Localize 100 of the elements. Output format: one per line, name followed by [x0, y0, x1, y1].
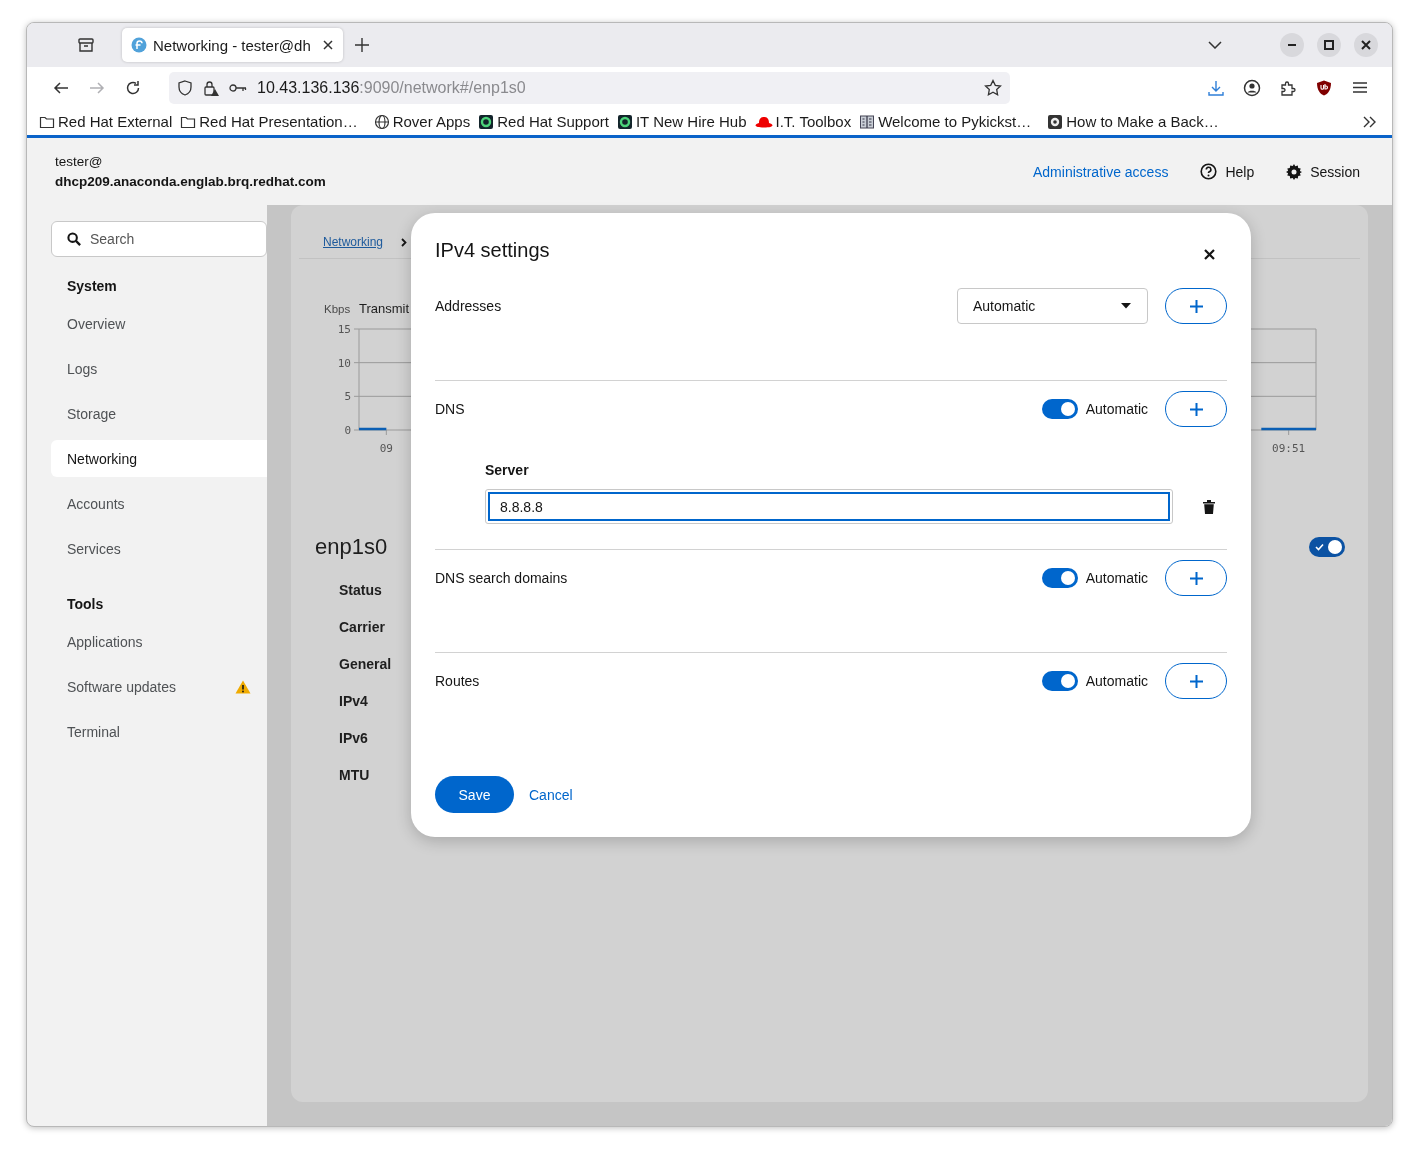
chart-unit: Kbps	[324, 303, 351, 315]
delete-button[interactable]	[1203, 499, 1215, 514]
interface-name: enp1s0	[315, 534, 388, 560]
bookmark-folder[interactable]: Red Hat Presentation…	[180, 113, 358, 130]
cancel-link[interactable]: Cancel	[529, 786, 573, 803]
administrative-access-link[interactable]: Administrative access	[1033, 163, 1169, 180]
toggle-label: Automatic	[1085, 570, 1148, 586]
search-field[interactable]: Search	[51, 221, 267, 257]
tray-icon	[77, 36, 95, 54]
bookmark[interactable]: IT New Hire Hub	[616, 113, 747, 130]
sidebar-item[interactable]: Storage	[51, 395, 267, 432]
close-icon[interactable]	[323, 40, 333, 50]
bookmark[interactable]: Rover Apps	[373, 113, 471, 130]
book-icon	[859, 113, 876, 130]
add-button[interactable]	[1165, 663, 1227, 699]
y-tick-label: 5	[344, 390, 351, 404]
field-label: Status	[339, 582, 383, 599]
add-button[interactable]	[1165, 391, 1227, 427]
lock-warning-icon	[203, 79, 219, 96]
shield-icon	[1316, 79, 1332, 96]
tab-list-button[interactable]	[77, 36, 95, 54]
chevron-right-icon	[401, 237, 408, 247]
field-label: IPv4	[339, 693, 369, 710]
session-menu[interactable]: Session	[1286, 163, 1360, 180]
warning-icon	[235, 679, 251, 694]
account-icon	[1243, 78, 1261, 97]
fedora-icon	[131, 37, 147, 53]
puzzle-icon	[1280, 79, 1296, 96]
chart-title: Transmit	[359, 301, 410, 316]
field-label: Server	[485, 462, 530, 478]
tab-overflow-button[interactable]	[1208, 41, 1222, 49]
toggle-switch[interactable]	[1041, 399, 1078, 419]
menu-icon	[1353, 82, 1367, 93]
close-window-button[interactable]	[1354, 33, 1378, 57]
reload-icon	[125, 79, 141, 96]
trash-icon	[1203, 499, 1215, 514]
bookmark[interactable]: How to Make a Back…	[1047, 113, 1219, 130]
toggle-switch[interactable]	[1041, 671, 1078, 691]
breadcrumb-link[interactable]: Networking	[323, 235, 384, 249]
back-arrow-icon	[53, 81, 69, 94]
plus-icon	[1189, 674, 1203, 688]
caret-down-icon	[1121, 303, 1131, 309]
search-icon	[67, 231, 82, 247]
address-bar[interactable]: 10.43.136.136:9090/network#/enp1s0	[169, 71, 1010, 104]
sidebar-item[interactable]: Logs	[51, 350, 267, 387]
minimize-icon	[1288, 44, 1296, 46]
interface-switch[interactable]	[1309, 537, 1345, 557]
section-label: Addresses	[435, 298, 502, 314]
toggle-switch[interactable]	[1041, 568, 1078, 588]
sidebar-item[interactable]: Software updates	[51, 668, 267, 705]
close-button[interactable]	[1204, 249, 1215, 260]
select-dropdown[interactable]: Automatic	[957, 288, 1148, 324]
y-tick-label: 10	[337, 356, 351, 370]
chevron-down-icon	[1208, 41, 1222, 49]
sidebar-item[interactable]: Accounts	[51, 485, 267, 522]
shield-icon	[177, 79, 193, 96]
sidebar-item[interactable]: Overview	[51, 305, 267, 342]
close-icon	[1361, 40, 1371, 50]
minimize-button[interactable]	[1280, 33, 1304, 57]
add-button[interactable]	[1165, 288, 1227, 324]
sidebar-item[interactable]: Networking	[51, 440, 267, 477]
bookmark[interactable]: Red Hat Support	[478, 113, 609, 130]
bookmark[interactable]: Welcome to Pykickst…	[859, 113, 1032, 130]
sidebar-item[interactable]: Terminal	[51, 713, 267, 750]
globe-icon	[373, 113, 390, 130]
help-menu[interactable]: Help	[1200, 163, 1255, 180]
field-label: General	[339, 656, 393, 673]
host-name: dhcp209.anaconda.englab.brq.redhat.com	[55, 174, 326, 189]
url-host: 10.43.136.136	[257, 78, 360, 97]
plus-icon	[1189, 299, 1203, 313]
sidebar-section-title: System	[67, 277, 118, 296]
sidebar-item[interactable]: Services	[51, 530, 267, 567]
browser-tab[interactable]: Networking - tester@dh	[122, 28, 343, 62]
close-icon	[1204, 249, 1215, 260]
toggle-label: Automatic	[1085, 401, 1148, 417]
field-label: IPv6	[339, 730, 369, 747]
server-input[interactable]: 8.8.8.8	[485, 489, 1173, 524]
download-icon	[1208, 79, 1224, 96]
ring-icon	[478, 113, 495, 130]
new-tab-button[interactable]	[355, 38, 369, 52]
maximize-button[interactable]	[1317, 33, 1341, 57]
gear-icon	[1286, 163, 1303, 180]
sidebar-section-title: Tools	[67, 595, 105, 614]
add-button[interactable]	[1165, 560, 1227, 596]
plus-icon	[1189, 402, 1203, 416]
x-tick-label: 09:51	[1272, 442, 1306, 455]
help-icon	[1200, 163, 1218, 180]
ring-icon	[616, 113, 633, 130]
check-icon	[1315, 543, 1324, 551]
section-label: DNS search domains	[435, 570, 568, 586]
user-name: tester@	[55, 154, 104, 169]
sidebar-item[interactable]: Applications	[51, 623, 267, 660]
bookmark[interactable]: I.T. Toolbox	[754, 113, 852, 130]
field-label: MTU	[339, 767, 371, 784]
bookmark-folder[interactable]: Red Hat External	[39, 113, 173, 130]
section-label: DNS	[435, 401, 465, 417]
save-button[interactable]: Save	[435, 776, 514, 813]
star-icon[interactable]	[984, 78, 1002, 97]
maximize-icon	[1324, 40, 1334, 50]
toggle-label: Automatic	[1085, 673, 1148, 689]
